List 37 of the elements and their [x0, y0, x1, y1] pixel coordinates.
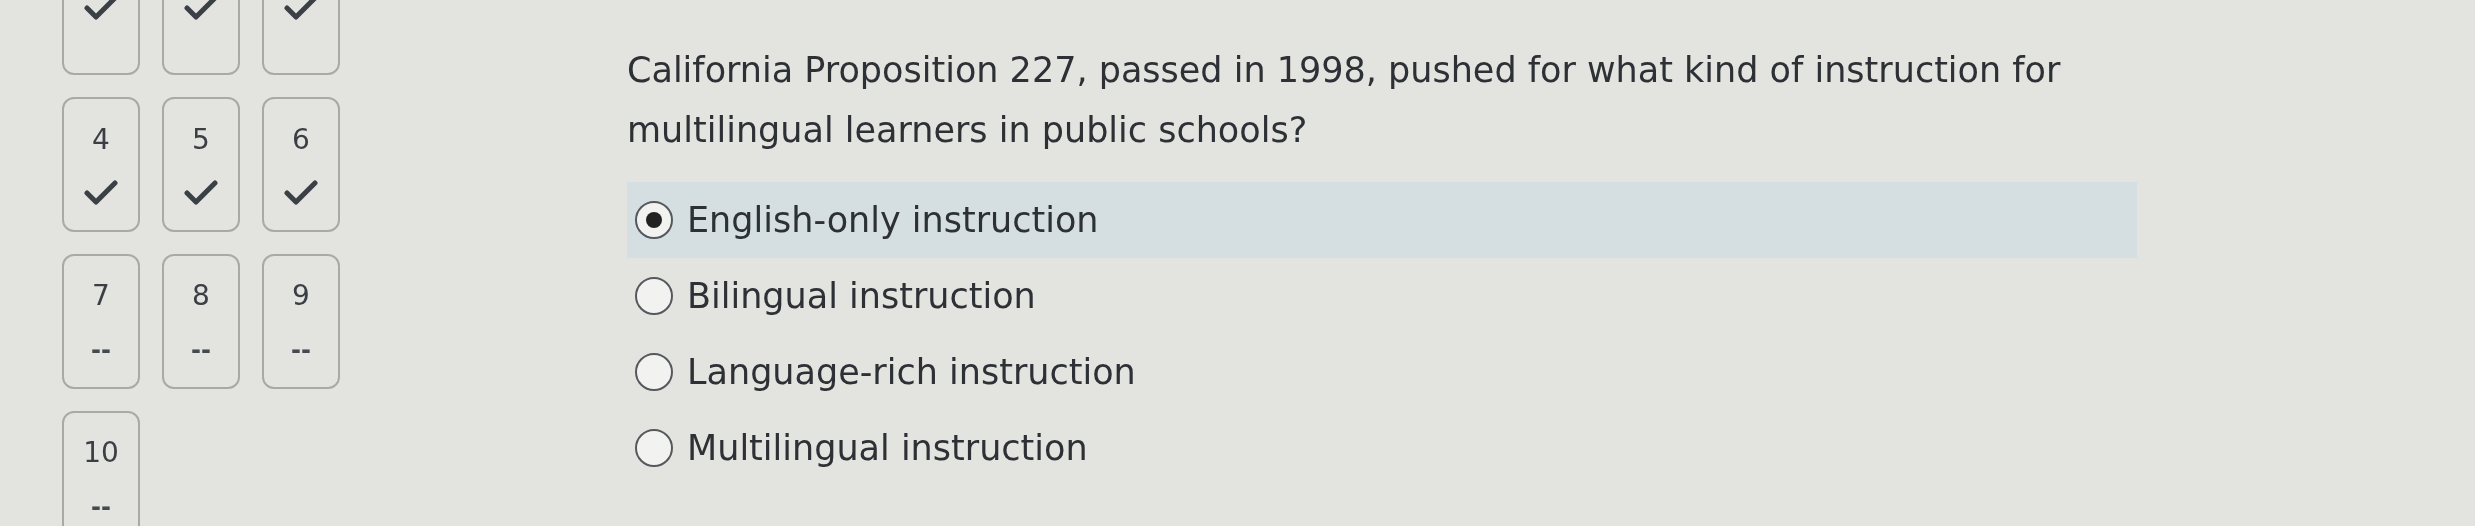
unanswered-mark: -- — [91, 335, 111, 364]
question-tile[interactable]: 4 — [62, 97, 140, 232]
question-number: 10 — [83, 436, 119, 470]
check-icon — [184, 0, 218, 21]
question-tile[interactable]: 7 -- — [62, 254, 140, 389]
question-number: 5 — [192, 123, 210, 156]
question-number: 6 — [292, 123, 310, 156]
question-tile[interactable]: 8 -- — [162, 254, 240, 389]
question-tile[interactable]: 6 — [262, 97, 340, 232]
radio-button[interactable] — [635, 429, 673, 467]
option-label: Bilingual instruction — [687, 276, 1036, 316]
check-icon — [84, 180, 118, 206]
check-icon — [184, 180, 218, 206]
question-number: 9 — [292, 279, 310, 313]
answer-option[interactable]: Bilingual instruction — [627, 258, 2137, 334]
question-tile[interactable]: 5 — [162, 97, 240, 232]
radio-button[interactable] — [635, 353, 673, 391]
unanswered-mark: -- — [191, 335, 211, 364]
unanswered-mark: -- — [91, 492, 111, 521]
option-label: Language-rich instruction — [687, 352, 1136, 392]
option-label: Multilingual instruction — [687, 428, 1088, 468]
check-icon — [284, 0, 318, 21]
check-icon — [284, 180, 318, 206]
question-tile[interactable]: 10 -- — [62, 411, 140, 526]
option-label: English-only instruction — [687, 200, 1099, 240]
radio-button[interactable] — [635, 201, 673, 239]
question-number: 4 — [92, 123, 110, 156]
question-number: 8 — [192, 279, 210, 313]
answer-option[interactable]: Multilingual instruction — [627, 410, 2137, 486]
question-tile[interactable]: 9 -- — [262, 254, 340, 389]
check-icon — [84, 0, 118, 21]
unanswered-mark: -- — [291, 335, 311, 364]
question-text: California Proposition 227, passed in 1998, pushed for what kind of instruction for multilingual learners in public schools? — [627, 49, 2062, 152]
radio-button[interactable] — [635, 277, 673, 315]
answer-option[interactable]: Language-rich instruction — [627, 334, 2137, 410]
question-number: 7 — [92, 279, 110, 313]
answer-option[interactable]: English-only instruction — [627, 182, 2137, 258]
